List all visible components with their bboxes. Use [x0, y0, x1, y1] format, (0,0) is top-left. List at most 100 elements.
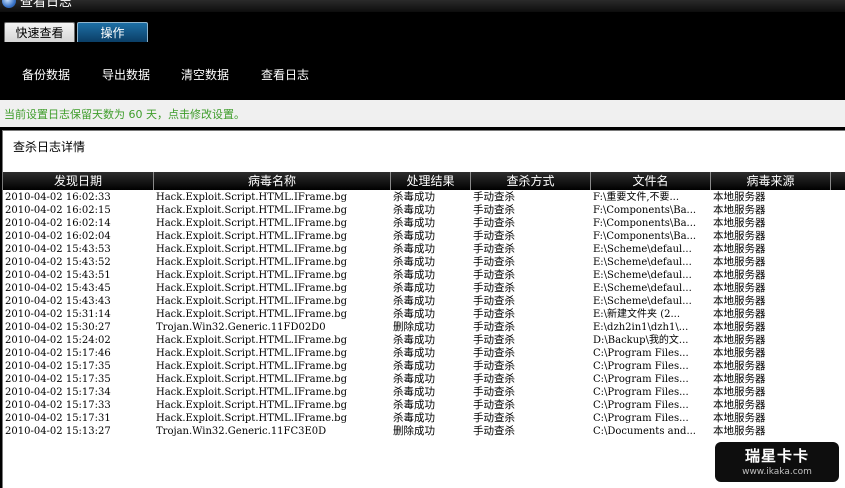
cell-method: 手动查杀	[473, 282, 515, 294]
cell-virus-name: Hack.Exploit.Script.HTML.IFrame.bg	[156, 387, 347, 398]
table-row[interactable]: 2010-04-02 16:02:33 Hack.Exploit.Script.…	[3, 191, 845, 204]
tab-bar: 快速查看 操作	[0, 20, 845, 42]
retention-notice-link[interactable]: 当前设置日志保留天数为 60 天，点击修改设置。	[4, 106, 245, 122]
column-header-virus-name[interactable]: 病毒名称	[154, 172, 391, 190]
cell-date: 2010-04-02 15:43:51	[5, 270, 111, 281]
table-row[interactable]: 2010-04-02 15:31:14 Hack.Exploit.Script.…	[3, 308, 845, 321]
cell-file-name: C:\Program Files...	[593, 413, 689, 424]
cell-virus-name: Hack.Exploit.Script.HTML.IFrame.bg	[156, 270, 347, 281]
cell-source: 本地服务器	[713, 191, 766, 203]
cell-date: 2010-04-02 15:17:35	[5, 361, 111, 372]
cell-source: 本地服务器	[713, 295, 766, 307]
cell-method: 手动查杀	[473, 308, 515, 320]
table-row[interactable]: 2010-04-02 16:02:04 Hack.Exploit.Script.…	[3, 230, 845, 243]
table-row[interactable]: 2010-04-02 15:17:31 Hack.Exploit.Script.…	[3, 412, 845, 425]
cell-file-name: E:\新建文件夹 (2...	[593, 309, 681, 320]
cell-date: 2010-04-02 16:02:14	[5, 218, 111, 229]
cell-result: 杀毒成功	[393, 360, 435, 372]
cell-method: 手动查杀	[473, 256, 515, 268]
cell-date: 2010-04-02 15:17:34	[5, 387, 111, 398]
column-header-file-name[interactable]: 文件名	[591, 172, 711, 190]
app-logo-icon	[2, 0, 16, 8]
table-row[interactable]: 2010-04-02 15:43:52 Hack.Exploit.Script.…	[3, 256, 845, 269]
cell-file-name: F:\Components\Ba...	[593, 231, 697, 242]
cell-source: 本地服务器	[713, 243, 766, 255]
table-row[interactable]: 2010-04-02 16:02:14 Hack.Exploit.Script.…	[3, 217, 845, 230]
cell-source: 本地服务器	[713, 230, 766, 242]
table-row[interactable]: 2010-04-02 15:17:34 Hack.Exploit.Script.…	[3, 386, 845, 399]
table-row[interactable]: 2010-04-02 15:13:27 Trojan.Win32.Generic…	[3, 425, 845, 438]
table-row[interactable]: 2010-04-02 15:43:43 Hack.Exploit.Script.…	[3, 295, 845, 308]
cell-date: 2010-04-02 15:30:27	[5, 322, 111, 333]
clear-data-button[interactable]: 清空数据	[181, 66, 229, 83]
cell-result: 杀毒成功	[393, 217, 435, 229]
cell-source: 本地服务器	[713, 425, 766, 437]
cell-source: 本地服务器	[713, 256, 766, 268]
cell-file-name: C:\Program Files...	[593, 400, 689, 411]
cell-source: 本地服务器	[713, 373, 766, 385]
table-row[interactable]: 2010-04-02 15:24:02 Hack.Exploit.Script.…	[3, 334, 845, 347]
cell-date: 2010-04-02 15:17:46	[5, 348, 111, 359]
cell-method: 手动查杀	[473, 373, 515, 385]
tab-operations[interactable]: 操作	[77, 22, 148, 42]
cell-date: 2010-04-02 15:13:27	[5, 426, 111, 437]
cell-virus-name: Hack.Exploit.Script.HTML.IFrame.bg	[156, 283, 347, 294]
cell-date: 2010-04-02 15:17:33	[5, 400, 111, 411]
cell-file-name: F:\Components\Ba...	[593, 205, 697, 216]
cell-virus-name: Hack.Exploit.Script.HTML.IFrame.bg	[156, 361, 347, 372]
cell-method: 手动查杀	[473, 217, 515, 229]
cell-file-name: F:\Components\Ba...	[593, 218, 697, 229]
cell-result: 杀毒成功	[393, 204, 435, 216]
cell-method: 手动查杀	[473, 243, 515, 255]
column-header-date[interactable]: 发现日期	[3, 172, 154, 190]
cell-virus-name: Hack.Exploit.Script.HTML.IFrame.bg	[156, 400, 347, 411]
backup-data-button[interactable]: 备份数据	[22, 66, 70, 83]
cell-source: 本地服务器	[713, 412, 766, 424]
log-table-body: 2010-04-02 16:02:33 Hack.Exploit.Script.…	[3, 191, 845, 438]
notice-bar: 当前设置日志保留天数为 60 天，点击修改设置。	[0, 100, 845, 127]
cell-source: 本地服务器	[713, 321, 766, 333]
export-data-button[interactable]: 导出数据	[102, 66, 150, 83]
column-header-method[interactable]: 查杀方式	[471, 172, 591, 190]
cell-source: 本地服务器	[713, 399, 766, 411]
cell-virus-name: Hack.Exploit.Script.HTML.IFrame.bg	[156, 257, 347, 268]
tab-quick-view[interactable]: 快速查看	[4, 22, 75, 42]
table-row[interactable]: 2010-04-02 15:43:45 Hack.Exploit.Script.…	[3, 282, 845, 295]
table-row[interactable]: 2010-04-02 15:17:33 Hack.Exploit.Script.…	[3, 399, 845, 412]
cell-date: 2010-04-02 15:43:53	[5, 244, 111, 255]
table-row[interactable]: 2010-04-02 15:30:27 Trojan.Win32.Generic…	[3, 321, 845, 334]
table-row[interactable]: 2010-04-02 15:17:35 Hack.Exploit.Script.…	[3, 373, 845, 386]
cell-method: 手动查杀	[473, 269, 515, 281]
cell-method: 手动查杀	[473, 334, 515, 346]
column-header-result[interactable]: 处理结果	[391, 172, 471, 190]
cell-file-name: C:\Program Files...	[593, 374, 689, 385]
toolbar: 备份数据 导出数据 清空数据 查看日志	[0, 42, 845, 100]
cell-file-name: C:\Program Files...	[593, 361, 689, 372]
cell-date: 2010-04-02 16:02:33	[5, 192, 111, 203]
cell-method: 手动查杀	[473, 204, 515, 216]
cell-virus-name: Hack.Exploit.Script.HTML.IFrame.bg	[156, 309, 347, 320]
cell-source: 本地服务器	[713, 269, 766, 281]
cell-file-name: C:\Documents and...	[593, 426, 696, 437]
table-row[interactable]: 2010-04-02 15:17:46 Hack.Exploit.Script.…	[3, 347, 845, 360]
cell-file-name: E:\Scheme\defaul...	[593, 244, 692, 255]
cell-file-name: E:\Scheme\defaul...	[593, 257, 692, 268]
table-row[interactable]: 2010-04-02 15:43:53 Hack.Exploit.Script.…	[3, 243, 845, 256]
cell-virus-name: Hack.Exploit.Script.HTML.IFrame.bg	[156, 348, 347, 359]
cell-virus-name: Trojan.Win32.Generic.11FD02D0	[156, 322, 326, 333]
table-row[interactable]: 2010-04-02 16:02:15 Hack.Exploit.Script.…	[3, 204, 845, 217]
cell-date: 2010-04-02 16:02:15	[5, 205, 111, 216]
table-row[interactable]: 2010-04-02 15:17:35 Hack.Exploit.Script.…	[3, 360, 845, 373]
table-row[interactable]: 2010-04-02 15:43:51 Hack.Exploit.Script.…	[3, 269, 845, 282]
cell-source: 本地服务器	[713, 334, 766, 346]
cell-source: 本地服务器	[713, 386, 766, 398]
cell-date: 2010-04-02 15:43:43	[5, 296, 111, 307]
cell-virus-name: Hack.Exploit.Script.HTML.IFrame.bg	[156, 205, 347, 216]
cell-source: 本地服务器	[713, 217, 766, 229]
cell-result: 删除成功	[393, 321, 435, 333]
view-log-button[interactable]: 查看日志	[261, 66, 309, 83]
column-header-source[interactable]: 病毒来源	[711, 172, 831, 190]
cell-method: 手动查杀	[473, 191, 515, 203]
cell-method: 手动查杀	[473, 295, 515, 307]
cell-method: 手动查杀	[473, 425, 515, 437]
